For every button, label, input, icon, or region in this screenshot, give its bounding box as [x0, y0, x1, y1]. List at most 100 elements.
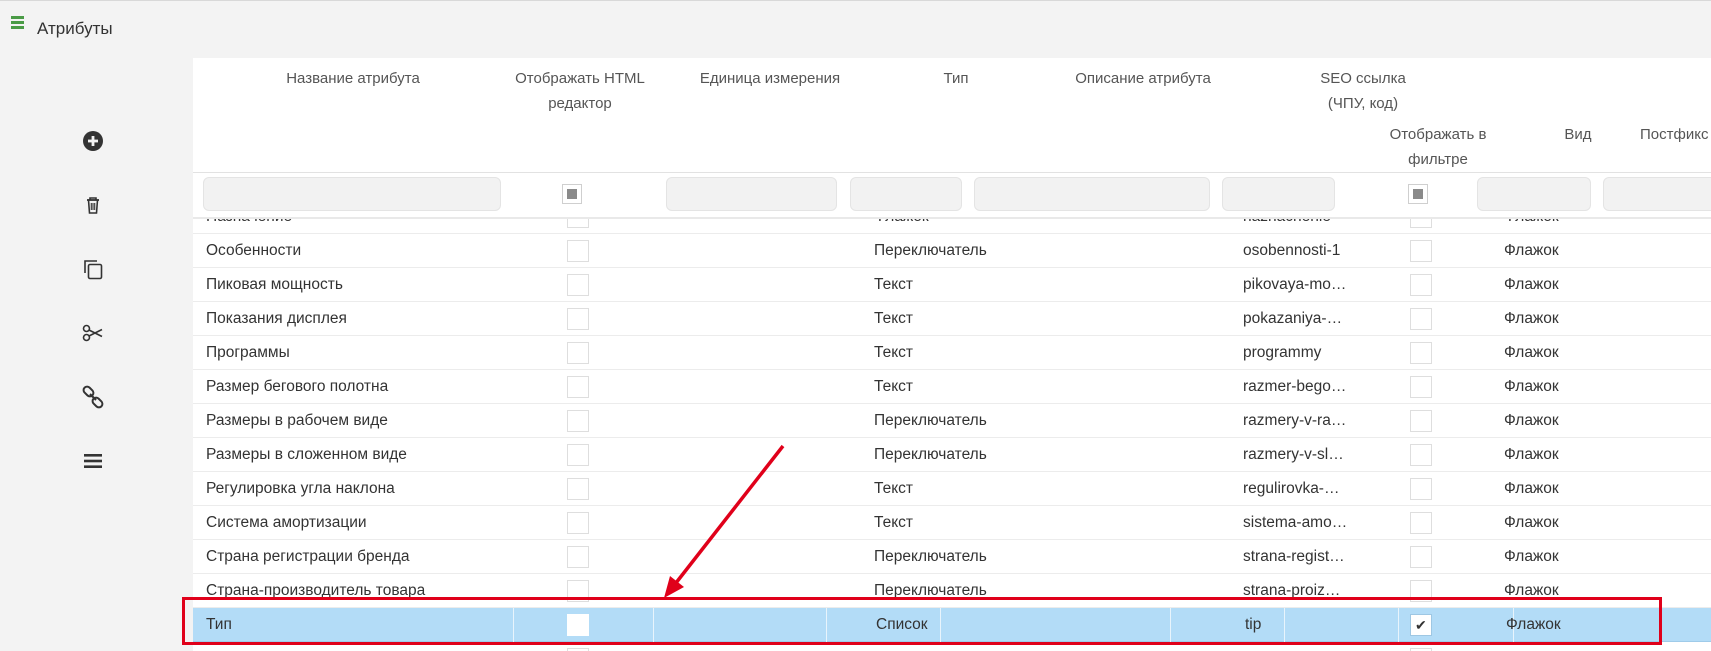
- cell-show-in-filter-checkbox[interactable]: [1410, 410, 1432, 432]
- cell-show-in-filter-checkbox[interactable]: [1410, 580, 1432, 602]
- cell-show-in-filter-checkbox[interactable]: [1410, 342, 1432, 364]
- scissors-icon: [82, 324, 103, 342]
- cell-name: Программы: [206, 344, 290, 361]
- table-row[interactable]: Назначение Флажок naznachenie Флажок: [193, 219, 1711, 234]
- add-button[interactable]: [80, 128, 106, 154]
- cell-type: Текст: [874, 514, 914, 531]
- cell-html-editor-checkbox[interactable]: [567, 478, 589, 500]
- cell-seo: strana-registratsii-brenda: [1243, 548, 1348, 565]
- table-row[interactable]: [193, 642, 1711, 651]
- column-header-seo-line2: (ЧПУ, код): [1327, 95, 1399, 112]
- table-row[interactable]: Размеры в сложенном виде Переключатель r…: [193, 438, 1711, 472]
- column-header-html-editor[interactable]: Отображать HTML редактор: [505, 66, 655, 116]
- cell-html-editor-checkbox[interactable]: [567, 219, 589, 228]
- table-row[interactable]: Система амортизации Текст sistema-amorti…: [193, 506, 1711, 540]
- cell-view: Флажок: [1504, 219, 1604, 234]
- column-header-show-in-filter[interactable]: Отображать в фильтре: [1348, 122, 1528, 172]
- column-header-description[interactable]: Описание атрибута: [993, 66, 1293, 91]
- cell-seo: pikovaya-moshchnost: [1243, 276, 1348, 293]
- list-icon: [11, 16, 24, 33]
- cell-name: Особенности: [206, 242, 302, 259]
- cell-type: Переключатель: [874, 446, 987, 463]
- table-row[interactable]: Особенности Переключатель osobennosti-1 …: [193, 234, 1711, 268]
- cell-html-editor-checkbox[interactable]: [567, 580, 589, 602]
- cell-seo: tip: [1245, 616, 1262, 633]
- cell-seo: pokazaniya-displeya: [1243, 310, 1348, 327]
- table-row[interactable]: Показания дисплея Текст pokazaniya-displ…: [193, 302, 1711, 336]
- link-button[interactable]: [80, 384, 106, 410]
- delete-button[interactable]: [80, 192, 106, 218]
- cell-show-in-filter-checkbox[interactable]: [1410, 478, 1432, 500]
- page-title: Атрибуты: [37, 19, 113, 38]
- column-header-name[interactable]: Название атрибута: [203, 66, 503, 91]
- cell-name: Страна регистрации бренда: [206, 548, 410, 565]
- cell-show-in-filter-checkbox[interactable]: [1410, 512, 1432, 534]
- cell-divider: [1170, 608, 1171, 642]
- copy-button[interactable]: [80, 256, 106, 282]
- cell-type: [874, 642, 994, 651]
- column-header-html-editor-line1: Отображать HTML: [515, 70, 645, 87]
- cell-show-in-filter-checkbox[interactable]: [1410, 546, 1432, 568]
- cell-name: Тип: [206, 616, 232, 633]
- table-row[interactable]: Регулировка угла наклона Текст regulirov…: [193, 472, 1711, 506]
- cut-button[interactable]: [80, 320, 106, 346]
- cell-view: Флажок: [1504, 582, 1559, 599]
- cell-show-in-filter-checkbox-checked[interactable]: ✔: [1410, 614, 1432, 636]
- cell-show-in-filter-checkbox[interactable]: [1410, 444, 1432, 466]
- column-header-view[interactable]: Вид: [1523, 122, 1633, 147]
- column-header-postfix[interactable]: Постфикс для: [1640, 122, 1711, 147]
- filter-show-in-filter-checkbox[interactable]: [1408, 184, 1428, 204]
- cell-seo: sistema-amortizatsii: [1243, 514, 1348, 531]
- copy-icon: [84, 260, 103, 280]
- table-row[interactable]: Страна-производитель товара Переключател…: [193, 574, 1711, 608]
- filter-view-input[interactable]: [1477, 177, 1591, 211]
- cell-seo: [1243, 642, 1348, 651]
- filter-name-input[interactable]: [203, 177, 501, 211]
- attributes-grid: Название атрибута Отображать HTML редакт…: [193, 47, 1711, 651]
- cell-seo: regulirovka-ugla-naklona: [1243, 480, 1348, 497]
- filter-postfix-input[interactable]: [1603, 177, 1711, 211]
- cell-show-in-filter-checkbox[interactable]: [1410, 308, 1432, 330]
- menu-button[interactable]: [80, 448, 106, 474]
- cell-show-in-filter-checkbox[interactable]: [1410, 274, 1432, 296]
- cell-type: Текст: [874, 310, 914, 327]
- cell-html-editor-checkbox[interactable]: [567, 614, 589, 636]
- cell-show-in-filter-checkbox[interactable]: [1410, 240, 1432, 262]
- filter-seo-input[interactable]: [1222, 177, 1335, 211]
- hamburger-icon: [84, 454, 102, 468]
- cell-type: Переключатель: [874, 242, 987, 259]
- table-row[interactable]: Программы Текст programmy Флажок: [193, 336, 1711, 370]
- filter-unit-input[interactable]: [666, 177, 837, 211]
- grid-body: Назначение Флажок naznachenie Флажок Осо…: [193, 219, 1711, 651]
- table-row[interactable]: Размер бегового полотна Текст razmer-beg…: [193, 370, 1711, 404]
- cell-view: Флажок: [1504, 276, 1559, 293]
- cell-html-editor-checkbox[interactable]: [567, 512, 589, 534]
- cell-type: Текст: [874, 344, 914, 361]
- filter-type-input[interactable]: [850, 177, 962, 211]
- column-header-unit[interactable]: Единица измерения: [673, 66, 867, 91]
- table-row[interactable]: Пиковая мощность Текст pikovaya-moshchno…: [193, 268, 1711, 302]
- cell-html-editor-checkbox[interactable]: [567, 410, 589, 432]
- cell-divider: [653, 608, 654, 642]
- filter-description-input[interactable]: [974, 177, 1210, 211]
- cell-show-in-filter-checkbox[interactable]: [1410, 219, 1432, 228]
- cell-html-editor-checkbox[interactable]: [567, 274, 589, 296]
- table-row[interactable]: Размеры в рабочем виде Переключатель raz…: [193, 404, 1711, 438]
- cell-html-editor-checkbox[interactable]: [567, 342, 589, 364]
- cell-type: Переключатель: [874, 412, 987, 429]
- cell-name: Система амортизации: [206, 514, 367, 531]
- table-row[interactable]: Страна регистрации бренда Переключатель …: [193, 540, 1711, 574]
- cell-html-editor-checkbox[interactable]: [567, 444, 589, 466]
- cell-type: Текст: [874, 480, 914, 497]
- filter-html-editor-checkbox[interactable]: [562, 184, 582, 204]
- cell-html-editor-checkbox[interactable]: [567, 376, 589, 398]
- grid-top-strip: [193, 47, 1711, 58]
- cell-show-in-filter-checkbox[interactable]: [1410, 376, 1432, 398]
- cell-html-editor-checkbox[interactable]: [567, 546, 589, 568]
- cell-html-editor-checkbox[interactable]: [567, 240, 589, 262]
- cell-name: Пиковая мощность: [206, 276, 343, 293]
- cell-html-editor-checkbox[interactable]: [567, 308, 589, 330]
- table-row-selected[interactable]: Тип Список tip ✔ Флажок: [193, 608, 1711, 642]
- column-header-seo[interactable]: SEO ссылка (ЧПУ, код): [1293, 66, 1433, 116]
- cell-view: Флажок: [1504, 412, 1559, 429]
